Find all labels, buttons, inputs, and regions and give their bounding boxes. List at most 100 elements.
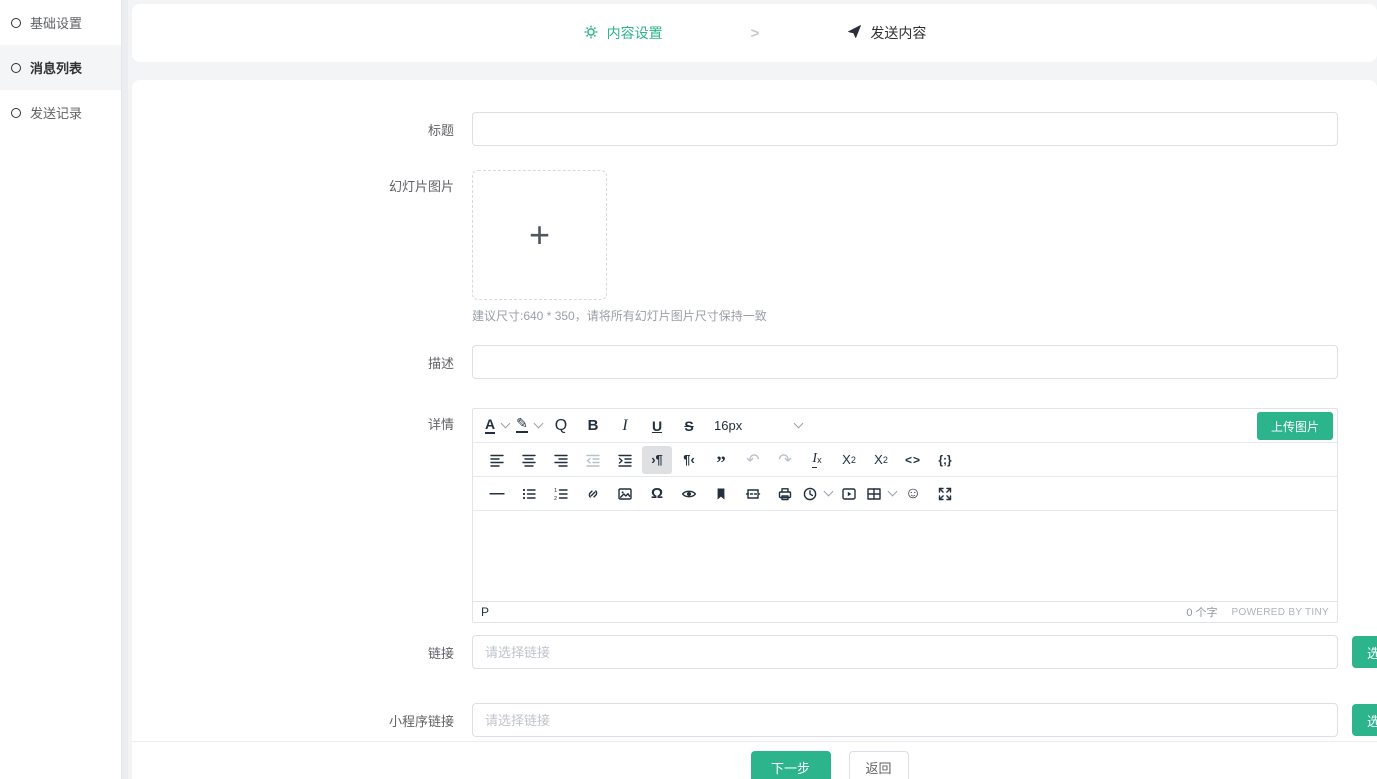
media-icon: [841, 486, 857, 502]
preview-button[interactable]: [674, 480, 704, 508]
tiny-brand[interactable]: POWERED BY TINY: [1232, 607, 1329, 618]
link-input[interactable]: [472, 635, 1338, 669]
sidebar-item-1[interactable]: 消息列表: [0, 45, 121, 90]
subscript-button[interactable]: X2: [834, 446, 864, 474]
footer-actions: 下一步 返回: [132, 741, 1377, 779]
code-sample-button[interactable]: {;}: [930, 446, 960, 474]
horizontal-rule-icon: —: [490, 485, 505, 502]
indent-button[interactable]: [610, 446, 640, 474]
sidebar-item-2[interactable]: 发送记录: [0, 90, 121, 135]
svg-text:2: 2: [554, 496, 557, 502]
search-icon: Q: [555, 417, 567, 435]
image-icon: [617, 486, 633, 502]
form-card: 标题 幻灯片图片 + 建议尺寸:640 * 350，请将所有幻灯片图片尺寸保持一…: [132, 80, 1377, 779]
italic-button[interactable]: I: [610, 412, 640, 440]
special-char-button[interactable]: Ω: [642, 480, 672, 508]
detail-row: 详情 A✎QBIUS16px ›¶¶‹”↶↷IxX2X2<>{;} —12Ω☺ …: [252, 408, 1377, 623]
remove-format-button[interactable]: Ix: [802, 446, 832, 474]
description-row: 描述: [252, 345, 1377, 379]
code-button[interactable]: <>: [898, 446, 928, 474]
slides-label: 幻灯片图片: [252, 170, 472, 195]
underline-button[interactable]: U: [642, 412, 672, 440]
undo-button[interactable]: ↶: [738, 446, 768, 474]
code-icon: <>: [905, 453, 921, 467]
table-icon: [866, 486, 882, 502]
editor-toolbar-row-2: ›¶¶‹”↶↷IxX2X2<>{;}: [473, 443, 1337, 477]
underline-icon: U: [652, 418, 662, 434]
horizontal-rule-button[interactable]: —: [482, 480, 512, 508]
bullet-list-button[interactable]: [514, 480, 544, 508]
sidebar-item-label: 发送记录: [30, 103, 82, 122]
link-button[interactable]: [578, 480, 608, 508]
image-button[interactable]: [610, 480, 640, 508]
forecolor-button[interactable]: A: [482, 412, 512, 440]
page-break-icon: [745, 486, 761, 502]
editor-content-area[interactable]: [473, 511, 1337, 601]
miniprogram-input[interactable]: [472, 703, 1338, 737]
media-button[interactable]: [834, 480, 864, 508]
strikethrough-icon: S: [684, 418, 693, 434]
align-center-button[interactable]: [514, 446, 544, 474]
print-button[interactable]: [770, 480, 800, 508]
step-content-settings[interactable]: 内容设置: [583, 23, 663, 43]
upload-image-button[interactable]: 上传图片: [1257, 412, 1333, 440]
slides-row: 幻灯片图片 + 建议尺寸:640 * 350，请将所有幻灯片图片尺寸保持一致: [252, 170, 1377, 324]
next-step-button[interactable]: 下一步: [751, 751, 831, 779]
italic-icon: I: [622, 417, 627, 435]
ltr-icon: ›¶: [651, 452, 663, 467]
rich-text-editor: A✎QBIUS16px ›¶¶‹”↶↷IxX2X2<>{;} —12Ω☺ P 0…: [472, 408, 1338, 623]
superscript-button[interactable]: X2: [866, 446, 896, 474]
search-button[interactable]: Q: [546, 412, 576, 440]
anchor-button[interactable]: [706, 480, 736, 508]
fullscreen-button[interactable]: [930, 480, 960, 508]
step-label: 发送内容: [870, 23, 926, 43]
step-separator: >: [751, 25, 760, 42]
align-left-button[interactable]: [482, 446, 512, 474]
font-size-value: 16px: [714, 418, 742, 433]
emoticons-button[interactable]: ☺: [898, 480, 928, 508]
align-right-icon: [553, 452, 569, 468]
title-input[interactable]: [472, 112, 1338, 146]
fontsize-button[interactable]: 16px: [706, 412, 810, 440]
datetime-button[interactable]: [802, 480, 832, 508]
slide-upload-box[interactable]: +: [472, 170, 607, 300]
page-break-button[interactable]: [738, 480, 768, 508]
chevron-down-icon: [533, 419, 543, 429]
strikethrough-button[interactable]: S: [674, 412, 704, 440]
align-right-button[interactable]: [546, 446, 576, 474]
ltr-button[interactable]: ›¶: [642, 446, 672, 474]
numbered-list-button[interactable]: 12: [546, 480, 576, 508]
chevron-down-icon: [824, 487, 834, 497]
sidebar-item-0[interactable]: 基础设置: [0, 0, 121, 45]
sidebar-scrollbar[interactable]: [121, 0, 128, 779]
title-row: 标题: [252, 112, 1377, 146]
select-link-button[interactable]: 选择链接: [1352, 636, 1377, 668]
rtl-button[interactable]: ¶‹: [674, 446, 704, 474]
redo-button[interactable]: ↷: [770, 446, 800, 474]
code-sample-icon: {;}: [938, 453, 951, 467]
step-label: 内容设置: [607, 23, 663, 43]
preview-icon: [681, 486, 697, 502]
select-miniprogram-link-button[interactable]: 选择小程序链接: [1352, 704, 1377, 736]
description-label: 描述: [252, 353, 472, 372]
element-path[interactable]: P: [481, 605, 489, 619]
blockquote-button[interactable]: ”: [706, 446, 736, 474]
step-send-content[interactable]: 发送内容: [847, 23, 926, 43]
description-input[interactable]: [472, 345, 1338, 379]
sidebar: 基础设置消息列表发送记录: [0, 0, 121, 779]
outdent-icon: [585, 452, 601, 468]
bold-button[interactable]: B: [578, 412, 608, 440]
back-button[interactable]: 返回: [849, 751, 909, 779]
chevron-down-icon: [794, 419, 804, 429]
bold-icon: B: [588, 417, 599, 434]
table-button[interactable]: [866, 480, 896, 508]
backcolor-button[interactable]: ✎: [514, 412, 544, 440]
title-label: 标题: [252, 120, 472, 139]
stepper: 内容设置 > 发送内容: [132, 4, 1377, 62]
outdent-button[interactable]: [578, 446, 608, 474]
special-char-icon: Ω: [651, 485, 663, 502]
align-center-icon: [521, 452, 537, 468]
undo-icon: ↶: [746, 450, 759, 470]
link-icon: [585, 486, 601, 502]
fullscreen-icon: [937, 486, 953, 502]
